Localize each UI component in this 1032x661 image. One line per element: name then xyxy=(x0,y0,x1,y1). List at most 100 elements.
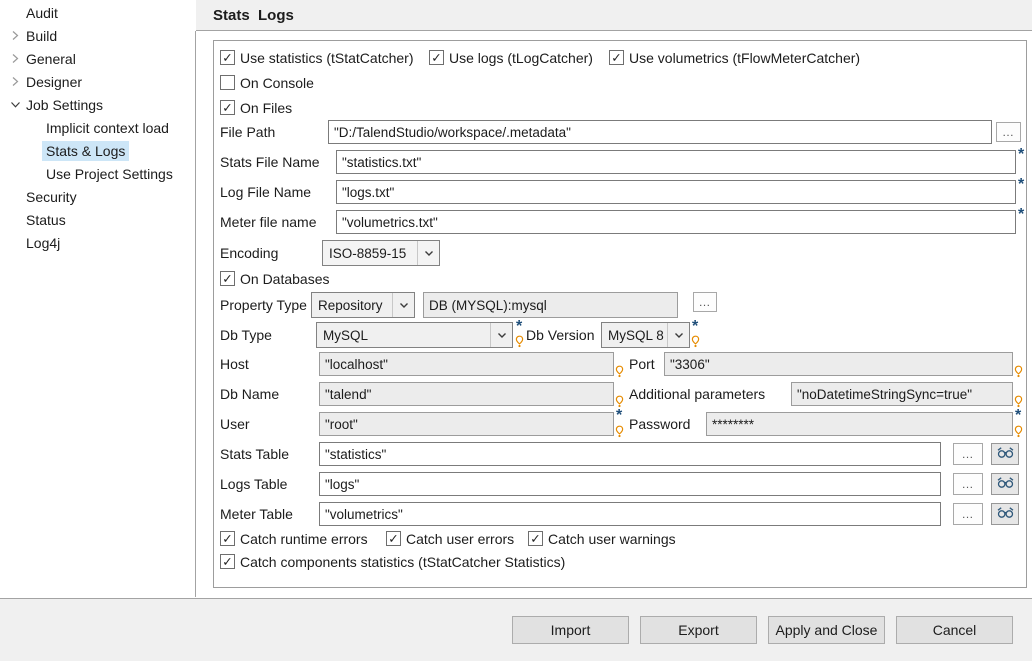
meter-file-name-input[interactable] xyxy=(336,210,1016,234)
password-input[interactable] xyxy=(706,412,1013,436)
checkbox-label: Use volumetrics (tFlowMeterCatcher) xyxy=(629,50,860,66)
sidebar-item-job-settings[interactable]: Job Settings xyxy=(0,93,195,116)
db-version-select[interactable]: MySQL 8 xyxy=(601,322,690,348)
sidebar-item-implicit-context-load[interactable]: Implicit context load xyxy=(0,116,195,139)
settings-tree: Audit Build General Designer Job Setting… xyxy=(0,0,195,597)
required-marker: * xyxy=(1018,208,1024,222)
db-name-input[interactable] xyxy=(319,382,614,406)
repository-value-icon xyxy=(1014,425,1023,438)
stats-table-browse-button[interactable]: … xyxy=(953,443,983,465)
sidebar-item-build[interactable]: Build xyxy=(0,24,195,47)
sidebar-item-stats-logs[interactable]: Stats & Logs xyxy=(0,139,195,162)
sidebar-item-log4j[interactable]: Log4j xyxy=(0,231,195,254)
user-label: User xyxy=(220,415,250,433)
repository-property-input[interactable] xyxy=(423,292,678,318)
footer-bar: Import Export Apply and Close Cancel xyxy=(0,598,1032,661)
glasses-icon xyxy=(996,476,1015,492)
additional-parameters-input[interactable] xyxy=(791,382,1013,406)
sidebar-item-label: Use Project Settings xyxy=(42,164,177,184)
on-databases-checkbox[interactable]: On Databases xyxy=(220,270,330,287)
db-type-label: Db Type xyxy=(220,326,272,344)
checkbox-icon xyxy=(609,50,624,65)
sidebar-item-label: Implicit context load xyxy=(42,118,173,138)
catch-components-statistics-checkbox[interactable]: Catch components statistics (tStatCatche… xyxy=(220,553,565,570)
db-type-select[interactable]: MySQL xyxy=(316,322,513,348)
port-label: Port xyxy=(629,355,655,373)
sidebar-item-label: Status xyxy=(22,210,70,230)
on-console-checkbox[interactable]: On Console xyxy=(220,74,314,91)
additional-parameters-label: Additional parameters xyxy=(629,385,765,403)
import-button[interactable]: Import xyxy=(512,616,629,644)
export-button[interactable]: Export xyxy=(640,616,757,644)
ellipsis-icon: … xyxy=(962,477,975,491)
password-label: Password xyxy=(629,415,690,433)
chevron-right-icon[interactable] xyxy=(8,53,22,64)
logs-table-input[interactable] xyxy=(319,472,941,496)
property-type-select[interactable]: Repository xyxy=(311,292,415,318)
catch-user-errors-checkbox[interactable]: Catch user errors xyxy=(386,530,514,547)
ellipsis-icon: … xyxy=(962,507,975,521)
checkbox-icon xyxy=(528,531,543,546)
checkbox-icon xyxy=(220,531,235,546)
file-path-browse-button[interactable]: … xyxy=(996,122,1021,142)
checkbox-icon xyxy=(220,100,235,115)
file-path-input[interactable] xyxy=(328,120,992,144)
sidebar-item-general[interactable]: General xyxy=(0,47,195,70)
use-statistics-checkbox[interactable]: Use statistics (tStatCatcher) xyxy=(220,49,414,66)
checkbox-label: Catch runtime errors xyxy=(240,531,368,547)
on-files-checkbox[interactable]: On Files xyxy=(220,99,292,116)
stats-file-name-input[interactable] xyxy=(336,150,1016,174)
repository-value-icon xyxy=(1014,365,1023,378)
file-path-label: File Path xyxy=(220,123,275,141)
encoding-select[interactable]: ISO-8859-15 xyxy=(322,240,440,266)
use-logs-checkbox[interactable]: Use logs (tLogCatcher) xyxy=(429,49,593,66)
chevron-right-icon[interactable] xyxy=(8,76,22,87)
sidebar-item-status[interactable]: Status xyxy=(0,208,195,231)
meter-table-label: Meter Table xyxy=(220,505,293,523)
catch-user-warnings-checkbox[interactable]: Catch user warnings xyxy=(528,530,676,547)
meter-table-input[interactable] xyxy=(319,502,941,526)
required-marker: * xyxy=(516,320,522,334)
sidebar-item-label: Job Settings xyxy=(22,95,107,115)
meter-table-guess-button[interactable] xyxy=(991,503,1019,525)
sidebar-item-security[interactable]: Security xyxy=(0,185,195,208)
catch-runtime-errors-checkbox[interactable]: Catch runtime errors xyxy=(220,530,368,547)
sidebar-item-audit[interactable]: Audit xyxy=(0,1,195,24)
required-marker: * xyxy=(1018,178,1024,192)
stats-table-input[interactable] xyxy=(319,442,941,466)
use-volumetrics-checkbox[interactable]: Use volumetrics (tFlowMeterCatcher) xyxy=(609,49,860,66)
logs-table-browse-button[interactable]: … xyxy=(953,473,983,495)
meter-file-name-label: Meter file name xyxy=(220,213,316,231)
chevron-down-icon[interactable] xyxy=(8,101,22,109)
sidebar-item-use-project-settings[interactable]: Use Project Settings xyxy=(0,162,195,185)
chevron-right-icon[interactable] xyxy=(8,30,22,41)
repository-value-icon xyxy=(615,425,624,438)
sidebar-item-label: Designer xyxy=(22,72,86,92)
repository-browse-button[interactable]: … xyxy=(693,292,717,312)
stats-table-guess-button[interactable] xyxy=(991,443,1019,465)
required-marker: * xyxy=(1015,409,1021,423)
checkbox-label: On Files xyxy=(240,100,292,116)
button-label: Apply and Close xyxy=(776,622,878,638)
meter-table-browse-button[interactable]: … xyxy=(953,503,983,525)
chevron-down-icon xyxy=(490,323,512,347)
db-version-label: Db Version xyxy=(526,326,594,344)
ellipsis-icon: … xyxy=(1002,125,1015,139)
ellipsis-icon: … xyxy=(962,447,975,461)
port-input[interactable] xyxy=(664,352,1013,376)
stats-table-label: Stats Table xyxy=(220,445,289,463)
user-input[interactable] xyxy=(319,412,614,436)
sidebar-item-designer[interactable]: Designer xyxy=(0,70,195,93)
combo-value: MySQL 8 xyxy=(608,328,667,343)
checkbox-label: Catch components statistics (tStatCatche… xyxy=(240,554,565,570)
host-input[interactable] xyxy=(319,352,614,376)
chevron-down-icon xyxy=(417,241,439,265)
checkbox-icon xyxy=(220,75,235,90)
log-file-name-input[interactable] xyxy=(336,180,1016,204)
logs-table-guess-button[interactable] xyxy=(991,473,1019,495)
host-label: Host xyxy=(220,355,249,373)
button-label: Cancel xyxy=(933,622,977,638)
cancel-button[interactable]: Cancel xyxy=(896,616,1013,644)
apply-and-close-button[interactable]: Apply and Close xyxy=(768,616,885,644)
logs-table-label: Logs Table xyxy=(220,475,287,493)
